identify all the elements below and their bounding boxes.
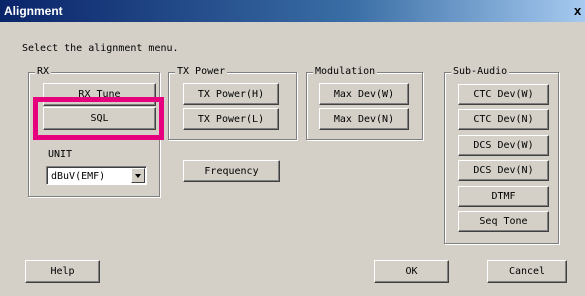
- frequency-button[interactable]: Frequency: [183, 160, 280, 182]
- sub-audio-group-legend: Sub-Audio: [451, 66, 510, 78]
- cancel-button[interactable]: Cancel: [487, 260, 567, 283]
- close-icon[interactable]: x: [574, 3, 581, 18]
- help-button[interactable]: Help: [25, 260, 100, 283]
- tx-power-high-button[interactable]: TX Power(H): [183, 83, 279, 105]
- unit-select-value: dBuV(EMF): [51, 171, 106, 182]
- window-title: Alignment: [4, 4, 63, 18]
- instruction-text: Select the alignment menu.: [22, 43, 179, 54]
- max-dev-w-button[interactable]: Max Dev(W): [319, 83, 409, 105]
- ctc-dev-w-button[interactable]: CTC Dev(W): [458, 84, 549, 105]
- dcs-dev-w-button[interactable]: DCS Dev(W): [458, 135, 549, 156]
- rx-tune-button[interactable]: RX Tune: [43, 83, 156, 106]
- modulation-group-legend: Modulation: [313, 66, 378, 78]
- ctc-dev-n-button[interactable]: CTC Dev(N): [458, 109, 549, 130]
- max-dev-n-button[interactable]: Max Dev(N): [319, 108, 409, 130]
- dropdown-arrow-icon[interactable]: [131, 168, 145, 183]
- ok-button[interactable]: OK: [374, 260, 449, 283]
- title-bar: Alignment x: [0, 0, 585, 22]
- dtmf-button[interactable]: DTMF: [458, 186, 549, 207]
- rx-group-legend: RX: [35, 66, 52, 78]
- tx-power-group-legend: TX Power: [175, 66, 228, 78]
- sql-button[interactable]: SQL: [43, 107, 156, 130]
- unit-label: UNIT: [48, 149, 73, 160]
- seq-tone-button[interactable]: Seq Tone: [458, 211, 549, 232]
- tx-power-low-button[interactable]: TX Power(L): [183, 108, 279, 130]
- dcs-dev-n-button[interactable]: DCS Dev(N): [458, 160, 549, 181]
- unit-select[interactable]: dBuV(EMF): [46, 166, 147, 185]
